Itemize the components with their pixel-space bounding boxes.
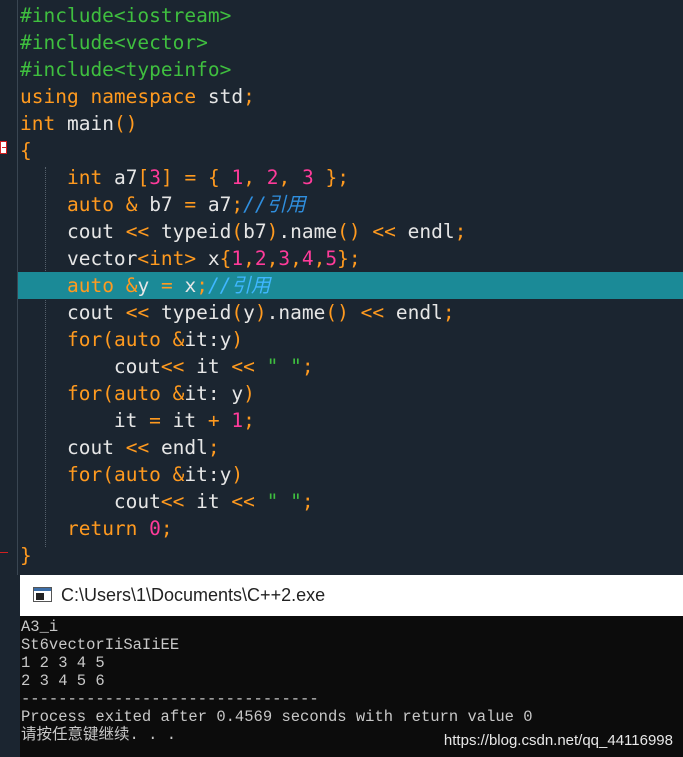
console-line: 2 3 4 5 6 [21, 672, 105, 690]
code-line-19[interactable]: cout<< it << " "; [20, 488, 683, 515]
code-line-13[interactable]: for(auto &it:y) [20, 326, 683, 353]
code-line-8[interactable]: auto & b7 = a7;//引用 [20, 191, 683, 218]
code-line-14[interactable]: cout<< it << " "; [20, 353, 683, 380]
code-line-5[interactable]: int main() [20, 110, 683, 137]
code-line-text: int main() [20, 112, 138, 135]
code-line-text: return 0; [66, 517, 173, 540]
code-editor[interactable]: #include<iostream> #include<vector> #inc… [0, 0, 683, 575]
code-line-11-highlighted[interactable]: auto &y = x;//引用 [18, 272, 683, 299]
code-line-text: auto &y = x;//引用 [66, 274, 271, 297]
code-line-7[interactable]: int a7[3] = { 1, 2, 3 }; [20, 164, 683, 191]
code-line-text: using namespace std; [20, 85, 255, 108]
code-line-text: #include<iostream> [20, 4, 232, 27]
code-line-9[interactable]: cout << typeid(b7).name() << endl; [20, 218, 683, 245]
console-titlebar[interactable]: C:\Users\1\Documents\C++2.exe [20, 575, 683, 616]
code-line-text: cout<< it << " "; [113, 490, 314, 513]
fold-end-marker [0, 552, 8, 553]
code-line-text: cout << endl; [66, 436, 220, 459]
code-line-20[interactable]: return 0; [20, 515, 683, 542]
code-line-10[interactable]: vector<int> x{1,2,3,4,5}; [20, 245, 683, 272]
code-line-text: cout<< it << " "; [113, 355, 314, 378]
console-line: A3_i [21, 618, 59, 636]
code-line-text: for(auto &it:y) [66, 463, 244, 486]
console-line: Process exited after 0.4569 seconds with… [21, 708, 533, 726]
code-line-text: for(auto &it: y) [66, 382, 255, 405]
code-line-text: for(auto &it:y) [66, 328, 244, 351]
console-separator-line: -------------------------------- [21, 690, 319, 708]
code-line-text: vector<int> x{1,2,3,4,5}; [66, 247, 361, 270]
code-line-4[interactable]: using namespace std; [20, 83, 683, 110]
code-line-12[interactable]: cout << typeid(y).name() << endl; [20, 299, 683, 326]
code-line-2[interactable]: #include<vector> [20, 29, 683, 56]
code-area[interactable]: #include<iostream> #include<vector> #inc… [18, 2, 683, 569]
fold-collapse-icon[interactable] [0, 141, 7, 154]
code-line-text: it = it + 1; [113, 409, 255, 432]
editor-gutter-lower [0, 575, 20, 757]
code-line-6[interactable]: { [20, 137, 683, 164]
code-line-3[interactable]: #include<typeinfo> [20, 56, 683, 83]
editor-gutter[interactable] [0, 0, 18, 575]
code-line-text: #include<typeinfo> [20, 58, 232, 81]
code-line-text: cout << typeid(b7).name() << endl; [66, 220, 467, 243]
console-line: 1 2 3 4 5 [21, 654, 105, 672]
code-line-16[interactable]: it = it + 1; [20, 407, 683, 434]
code-line-21[interactable]: } [20, 542, 683, 569]
console-app-icon [33, 587, 52, 602]
watermark-text: https://blog.csdn.net/qq_44116998 [443, 732, 673, 749]
code-line-15[interactable]: for(auto &it: y) [20, 380, 683, 407]
code-line-text: auto & b7 = a7;//引用 [66, 193, 306, 216]
code-line-18[interactable]: for(auto &it:y) [20, 461, 683, 488]
code-line-text: } [20, 544, 32, 567]
code-line-1[interactable]: #include<iostream> [20, 2, 683, 29]
code-line-text: cout << typeid(y).name() << endl; [66, 301, 455, 324]
code-line-text: { [20, 139, 32, 162]
code-line-text: #include<vector> [20, 31, 208, 54]
code-line-17[interactable]: cout << endl; [20, 434, 683, 461]
console-output[interactable]: A3_i St6vectorIiSaIiEE 1 2 3 4 5 2 3 4 5… [20, 616, 683, 757]
code-line-text: int a7[3] = { 1, 2, 3 }; [66, 166, 349, 189]
console-title: C:\Users\1\Documents\C++2.exe [61, 585, 326, 605]
console-line: St6vectorIiSaIiEE [21, 636, 180, 654]
